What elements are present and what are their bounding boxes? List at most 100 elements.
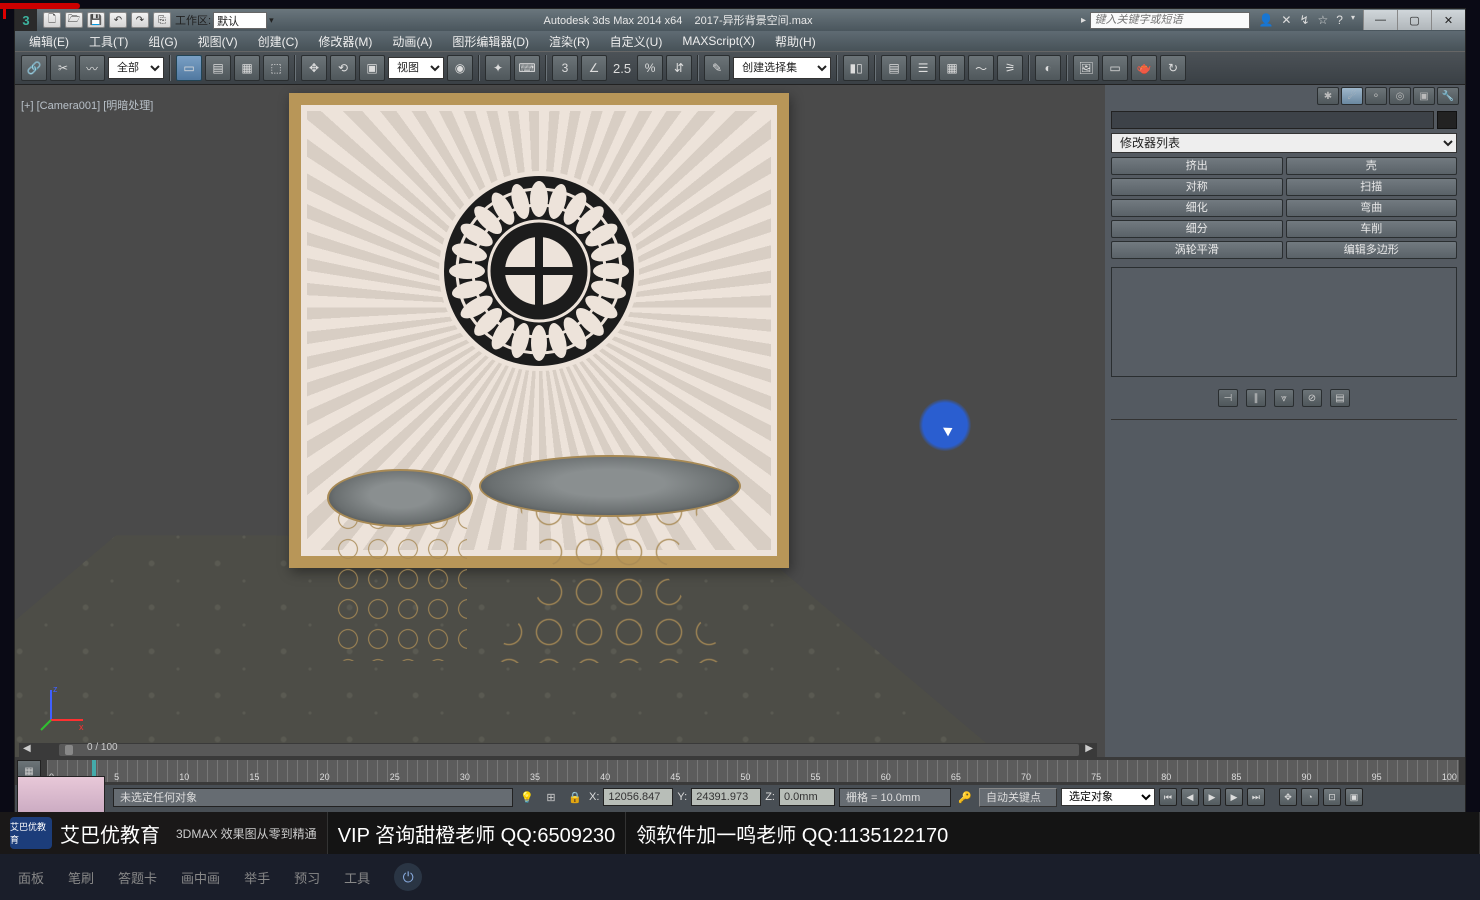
menu-help[interactable]: 帮助(H)	[765, 31, 826, 52]
pin-stack-icon[interactable]: ⊣	[1218, 389, 1238, 407]
layer-manager-icon[interactable]: ☰	[910, 55, 936, 81]
bb-raise-hand[interactable]: 举手	[244, 868, 270, 887]
workspace-dropdown[interactable]: 默认	[213, 12, 267, 29]
object-color-swatch[interactable]	[1437, 111, 1457, 129]
zoom-extents-icon[interactable]: ⊡	[1323, 788, 1341, 806]
menu-customize[interactable]: 自定义(U)	[600, 31, 673, 52]
show-end-result-icon[interactable]: ∥	[1246, 389, 1266, 407]
menu-maxscript[interactable]: MAXScript(X)	[672, 32, 765, 50]
named-sel-edit-icon[interactable]: ✎	[704, 55, 730, 81]
coord-y-input[interactable]	[691, 788, 761, 806]
new-file-icon[interactable]: 🗋	[43, 12, 61, 28]
maximize-button[interactable]: ▢	[1397, 10, 1431, 30]
schematic-view-icon[interactable]: ⚞	[997, 55, 1023, 81]
ribbon-toggle-icon[interactable]: ▦	[939, 55, 965, 81]
named-selection-dropdown[interactable]: 创建选择集	[733, 57, 831, 79]
move-icon[interactable]: ✥	[301, 55, 327, 81]
create-tab-icon[interactable]: ✱	[1317, 87, 1339, 105]
modifier-stack[interactable]	[1111, 267, 1457, 377]
bb-brush[interactable]: 笔刷	[68, 868, 94, 887]
isolate-icon[interactable]: ⊞	[541, 788, 561, 806]
arc-rotate-icon[interactable]: ◔	[1301, 788, 1319, 806]
utilities-tab-icon[interactable]: 🔧	[1437, 87, 1459, 105]
modifier-symmetry[interactable]: 对称	[1111, 178, 1283, 196]
percent-snap-icon[interactable]: %	[637, 55, 663, 81]
render-production-icon[interactable]: 🫖	[1131, 55, 1157, 81]
keyboard-shortcut-icon[interactable]: ⌨	[514, 55, 540, 81]
modifier-lathe[interactable]: 车削	[1286, 220, 1458, 238]
menu-modifiers[interactable]: 修改器(M)	[308, 31, 382, 52]
menu-views[interactable]: 视图(V)	[188, 31, 248, 52]
key-icon[interactable]: 🔑	[955, 788, 975, 806]
render-setup-icon[interactable]: 🖼	[1073, 55, 1099, 81]
redo-icon[interactable]: ↷	[131, 12, 149, 28]
configure-sets-icon[interactable]: ▤	[1330, 389, 1350, 407]
play-icon[interactable]: ▶	[1203, 788, 1221, 806]
modifier-subdivide[interactable]: 细分	[1111, 220, 1283, 238]
bb-answer[interactable]: 答题卡	[118, 868, 157, 887]
menu-rendering[interactable]: 渲染(R)	[539, 31, 600, 52]
menu-create[interactable]: 创建(C)	[248, 31, 309, 52]
minimize-button[interactable]: —	[1363, 10, 1397, 30]
chevron-right-icon[interactable]: ▸	[1076, 15, 1090, 26]
render-iterative-icon[interactable]: ↻	[1160, 55, 1186, 81]
coord-z-input[interactable]	[779, 788, 835, 806]
modifier-shell[interactable]: 壳	[1286, 157, 1458, 175]
pan-view-icon[interactable]: ✥	[1279, 788, 1297, 806]
mirror-icon[interactable]: ▮▯	[843, 55, 869, 81]
modifier-bend[interactable]: 弯曲	[1286, 199, 1458, 217]
select-link-icon[interactable]: 🔗	[21, 55, 47, 81]
viewport-label[interactable]: [+] [Camera001] [明暗处理]	[21, 97, 153, 113]
modify-tab-icon[interactable]: ☄	[1341, 87, 1363, 105]
modifier-list-dropdown[interactable]: 修改器列表	[1111, 133, 1457, 153]
power-icon[interactable]: ⏻	[394, 863, 422, 891]
selection-filter-dropdown[interactable]: 全部	[108, 57, 164, 79]
sign-in-icon[interactable]: 👤	[1258, 13, 1273, 27]
key-filter-dropdown[interactable]: 选定对象	[1061, 788, 1155, 806]
goto-start-icon[interactable]: ⏮	[1159, 788, 1177, 806]
display-tab-icon[interactable]: ▣	[1413, 87, 1435, 105]
next-frame-icon[interactable]: ▶	[1225, 788, 1243, 806]
link-icon[interactable]: ⎘	[153, 12, 171, 28]
select-object-icon[interactable]: ▭	[176, 55, 202, 81]
viewport[interactable]: [+] [Camera001] [明暗处理]	[15, 85, 1105, 757]
menu-group[interactable]: 组(G)	[138, 31, 187, 52]
lock-icon[interactable]: 🔒	[565, 788, 585, 806]
exchange-icon[interactable]: ✕	[1281, 13, 1291, 27]
maximize-viewport-icon[interactable]: ▣	[1345, 788, 1363, 806]
modifier-tessellate[interactable]: 细化	[1111, 199, 1283, 217]
angle-snap-icon[interactable]: ∠	[581, 55, 607, 81]
coord-x-input[interactable]	[603, 788, 673, 806]
track-bar[interactable]: ▦ 05101520253035404550556065707580859095…	[15, 757, 1465, 785]
motion-tab-icon[interactable]: ◎	[1389, 87, 1411, 105]
ref-coord-dropdown[interactable]: 视图	[388, 57, 444, 79]
window-crossing-icon[interactable]: ⬚	[263, 55, 289, 81]
rotate-icon[interactable]: ⟲	[330, 55, 356, 81]
lock-selection-icon[interactable]: 💡	[517, 788, 537, 806]
hierarchy-tab-icon[interactable]: ⚬	[1365, 87, 1387, 105]
manipulate-icon[interactable]: ✦	[485, 55, 511, 81]
spinner-snap-icon[interactable]: ⇵	[666, 55, 692, 81]
favorite-icon[interactable]: ☆	[1318, 13, 1329, 27]
search-input[interactable]	[1090, 12, 1250, 29]
menu-tools[interactable]: 工具(T)	[79, 31, 138, 52]
menu-graph-editors[interactable]: 图形编辑器(D)	[442, 31, 539, 52]
wrench-icon[interactable]: ↯	[1299, 13, 1309, 27]
unlink-icon[interactable]: ✂	[50, 55, 76, 81]
menu-edit[interactable]: 编辑(E)	[19, 31, 79, 52]
bb-panel[interactable]: 面板	[18, 868, 44, 887]
autokey-button[interactable]: 自动关键点	[979, 788, 1057, 807]
make-unique-icon[interactable]: ⩔	[1274, 389, 1294, 407]
scale-icon[interactable]: ▣	[359, 55, 385, 81]
bb-pip[interactable]: 画中画	[181, 868, 220, 887]
modifier-sweep[interactable]: 扫描	[1286, 178, 1458, 196]
time-slider-mini[interactable]: ◀ 0 / 100 ▶	[19, 743, 1097, 757]
snap-toggle-3-icon[interactable]: 3	[552, 55, 578, 81]
menu-animation[interactable]: 动画(A)	[382, 31, 442, 52]
object-name-input[interactable]	[1111, 111, 1434, 129]
goto-end-icon[interactable]: ⏭	[1247, 788, 1265, 806]
modifier-editpoly[interactable]: 编辑多边形	[1286, 241, 1458, 259]
undo-icon[interactable]: ↶	[109, 12, 127, 28]
align-icon[interactable]: ▤	[881, 55, 907, 81]
use-center-icon[interactable]: ◉	[447, 55, 473, 81]
